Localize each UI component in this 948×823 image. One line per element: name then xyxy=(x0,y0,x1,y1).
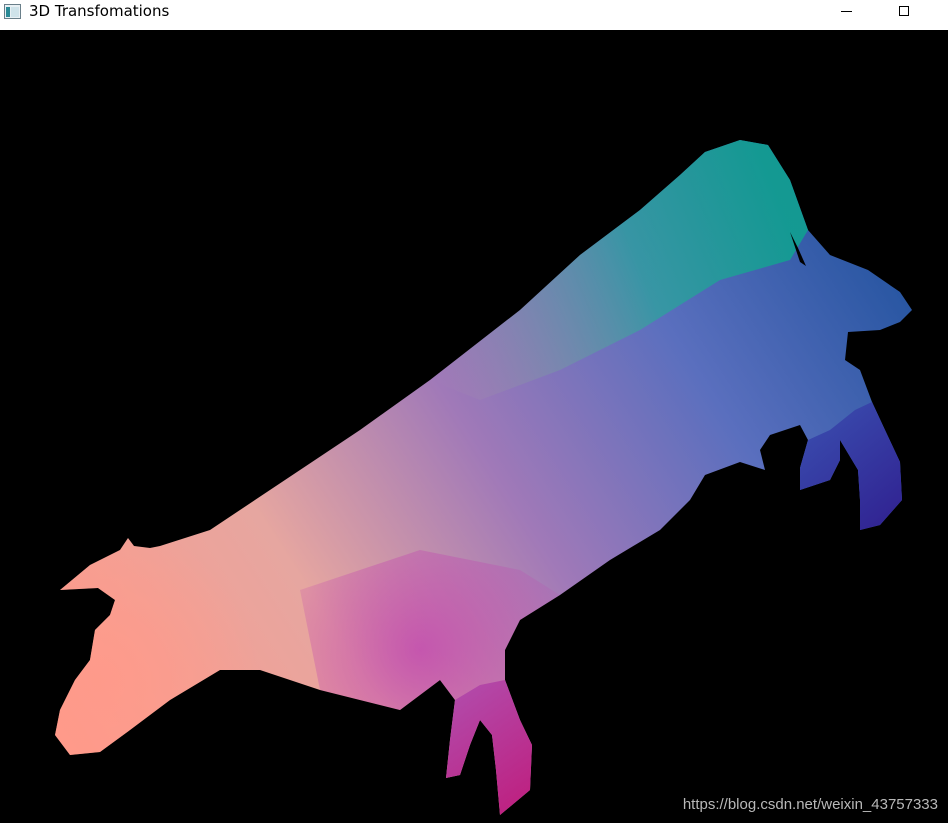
maximize-icon xyxy=(899,6,909,16)
cow-head xyxy=(55,538,260,755)
cow-model-render xyxy=(55,140,912,815)
app-window-icon xyxy=(4,4,21,19)
watermark-text: https://blog.csdn.net/weixin_43757333 xyxy=(682,796,938,813)
minimize-button[interactable] xyxy=(823,0,869,22)
render-viewport[interactable]: https://blog.csdn.net/weixin_43757333 xyxy=(0,30,948,823)
window-title: 3D Transfomations xyxy=(29,2,170,20)
minimize-icon xyxy=(840,10,852,12)
cow-front-legs xyxy=(446,680,532,815)
maximize-button[interactable] xyxy=(881,0,927,22)
title-bar[interactable]: 3D Transfomations xyxy=(0,0,948,30)
app-window: 3D Transfomations https://blog.csdn.net/… xyxy=(0,0,948,823)
